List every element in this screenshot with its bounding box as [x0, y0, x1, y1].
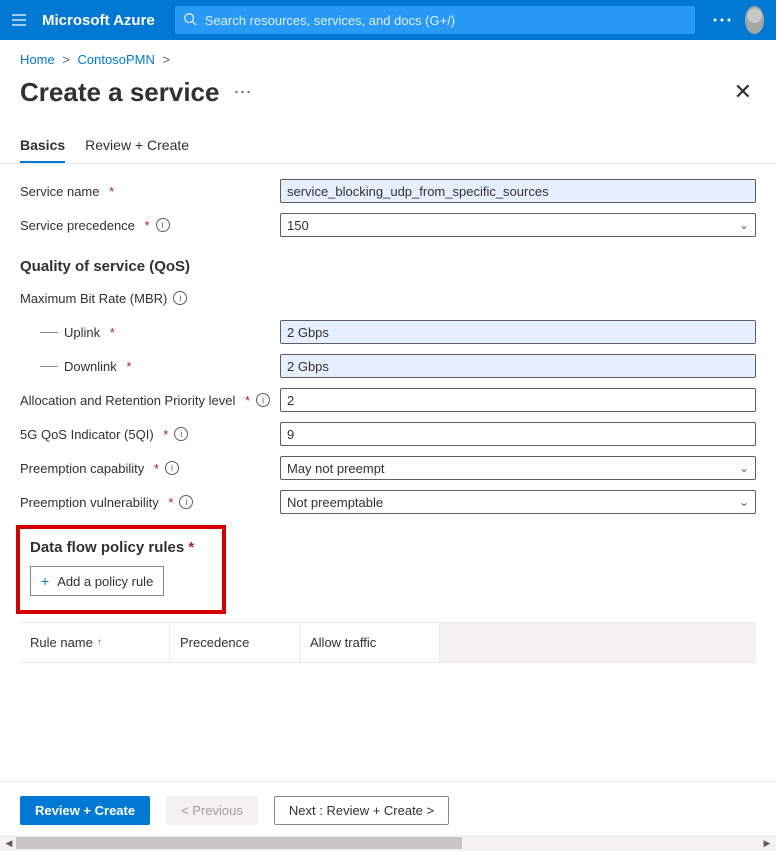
breadcrumb-home[interactable]: Home: [20, 52, 55, 67]
next-button[interactable]: Next : Review + Create >: [274, 796, 449, 825]
column-rule-name[interactable]: Rule name↑: [20, 623, 170, 662]
breadcrumb: Home > ContosoPMN >: [0, 40, 776, 71]
downlink-label: Downlink *: [20, 359, 280, 374]
create-service-form: Service name * service_blocking_udp_from…: [0, 164, 776, 671]
scroll-right-icon[interactable]: ▶: [760, 836, 774, 850]
global-search-input[interactable]: [205, 13, 687, 28]
column-allow-traffic[interactable]: Allow traffic: [300, 623, 440, 662]
qos-heading: Quality of service (QoS): [20, 258, 756, 275]
service-name-label: Service name *: [20, 184, 280, 199]
tab-basics[interactable]: Basics: [20, 137, 65, 163]
info-icon[interactable]: i: [179, 495, 193, 509]
brand-text: Microsoft Azure: [42, 12, 155, 29]
column-spacer: [440, 623, 756, 662]
scrollbar-thumb[interactable]: [16, 837, 462, 849]
data-flow-rules-heading: Data flow policy rules *: [30, 539, 210, 556]
arp-label: Allocation and Retention Priority level …: [20, 393, 280, 408]
column-precedence[interactable]: Precedence: [170, 623, 300, 662]
add-policy-rule-button[interactable]: + Add a policy rule: [30, 566, 164, 596]
preempt-capability-dropdown[interactable]: May not preempt⌄: [280, 456, 756, 480]
chevron-right-icon: >: [58, 52, 74, 67]
tab-review-create[interactable]: Review + Create: [85, 137, 189, 163]
page-title-bar: Create a service ⋯ ✕: [0, 71, 776, 119]
menu-icon[interactable]: [8, 4, 30, 36]
service-name-input[interactable]: service_blocking_udp_from_specific_sourc…: [280, 179, 756, 203]
review-create-button[interactable]: Review + Create: [20, 796, 150, 825]
preempt-vulnerability-label: Preemption vulnerability * i: [20, 495, 280, 510]
close-icon[interactable]: ✕: [730, 75, 756, 109]
user-avatar[interactable]: [745, 6, 764, 34]
qosi-input[interactable]: 9: [280, 422, 756, 446]
arp-input[interactable]: 2: [280, 388, 756, 412]
azure-topbar: Microsoft Azure: [0, 0, 776, 40]
plus-icon: +: [41, 573, 49, 589]
rules-table-header: Rule name↑ Precedence Allow traffic: [20, 622, 756, 663]
wizard-footer: Review + Create < Previous Next : Review…: [0, 781, 776, 833]
downlink-input[interactable]: 2 Gbps: [280, 354, 756, 378]
title-overflow-icon[interactable]: ⋯: [233, 82, 253, 103]
info-icon[interactable]: i: [173, 291, 187, 305]
chevron-down-icon: ⌄: [739, 495, 749, 509]
info-icon[interactable]: i: [156, 218, 170, 232]
preempt-vulnerability-dropdown[interactable]: Not preemptable⌄: [280, 490, 756, 514]
uplink-input[interactable]: 2 Gbps: [280, 320, 756, 344]
service-precedence-dropdown[interactable]: 150⌄: [280, 213, 756, 237]
data-flow-rules-highlight: Data flow policy rules * + Add a policy …: [16, 525, 226, 614]
topbar-overflow-icon[interactable]: [711, 4, 733, 36]
qosi-label: 5G QoS Indicator (5QI) * i: [20, 427, 280, 442]
chevron-down-icon: ⌄: [739, 461, 749, 475]
breadcrumb-item[interactable]: ContosoPMN: [78, 52, 155, 67]
page-title: Create a service: [20, 77, 219, 108]
form-tabs: Basics Review + Create: [0, 119, 776, 164]
search-icon: [183, 12, 197, 29]
chevron-right-icon: >: [158, 52, 174, 67]
previous-button: < Previous: [166, 796, 258, 825]
sort-arrow-up-icon: ↑: [97, 637, 102, 648]
info-icon[interactable]: i: [256, 393, 270, 407]
chevron-down-icon: ⌄: [739, 218, 749, 232]
info-icon[interactable]: i: [174, 427, 188, 441]
uplink-label: Uplink *: [20, 325, 280, 340]
global-search[interactable]: [175, 6, 695, 34]
info-icon[interactable]: i: [165, 461, 179, 475]
service-precedence-label: Service precedence * i: [20, 218, 280, 233]
scroll-left-icon[interactable]: ◀: [2, 836, 16, 850]
preempt-capability-label: Preemption capability * i: [20, 461, 280, 476]
mbr-label: Maximum Bit Rate (MBR) i: [20, 291, 280, 306]
horizontal-scrollbar[interactable]: ◀ ▶: [0, 835, 776, 851]
